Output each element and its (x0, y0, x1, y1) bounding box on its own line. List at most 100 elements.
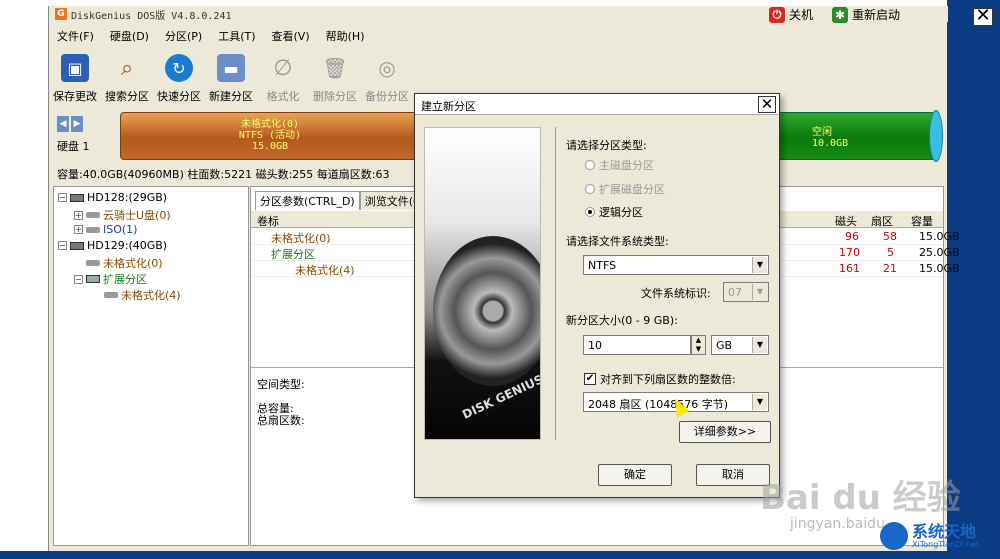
collapse-icon[interactable]: − (58, 241, 67, 250)
power-icon: ⏻ (769, 6, 785, 23)
free-space-block[interactable]: 空闲 10.0GB (769, 112, 939, 160)
expand-icon[interactable]: + (74, 210, 83, 220)
hard-disk-icon (70, 241, 84, 250)
dialog-close-button[interactable]: ✕ (758, 96, 776, 113)
baidu-watermark: Bai du 经验 (760, 478, 961, 518)
partition-block-fs: NTFS (活动) (238, 130, 302, 141)
window-close-button[interactable]: ✕ (973, 7, 993, 26)
shutdown-button[interactable]: ⏻ 关机 (769, 6, 813, 23)
quick-partition-icon: ↻ (165, 54, 193, 82)
radio-indicator (585, 160, 595, 170)
partition-type-label: 请选择分区类型: (566, 139, 647, 152)
col-head[interactable]: 磁头 (835, 213, 857, 229)
tab-partition-params[interactable]: 分区参数(CTRL_D) (255, 191, 360, 210)
site-url: XiTongTianDi.net (912, 540, 980, 549)
menu-view[interactable]: 查看(V) (264, 26, 318, 44)
expand-icon[interactable]: + (74, 225, 83, 234)
tree-item-label: 云骑士U盘(0) (103, 209, 171, 222)
cell-sector: 58 (883, 230, 897, 243)
format-button[interactable]: ∅ 格式化 (257, 50, 309, 108)
save-changes-button[interactable]: ▣ 保存更改 (49, 50, 101, 108)
hard-disk-illustration: DISK GENIUS (424, 127, 541, 440)
filesystem-id-select[interactable]: 07 ▼ (723, 282, 769, 302)
tree-item-unformatted-4[interactable]: 未格式化(4) (104, 287, 181, 303)
size-unit-value: GB (716, 339, 733, 352)
chevron-down-icon: ▼ (752, 337, 767, 353)
size-spinner[interactable]: ▲ ▼ (691, 335, 706, 355)
radio-label: 逻辑分区 (599, 206, 643, 219)
save-changes-label: 保存更改 (53, 90, 97, 103)
radio-indicator (585, 184, 595, 194)
tree-item-hd128[interactable]: − HD128:(29GB) (58, 191, 167, 204)
tree-item-usb-volume[interactable]: + 云骑士U盘(0) (74, 207, 171, 223)
window-title: DiskGenius DOS版 V4.8.0.241 (71, 11, 232, 22)
cancel-button[interactable]: 取消 (696, 464, 770, 486)
align-sectors-value: 2048 扇区 (1048576 字节) (588, 398, 729, 411)
shutdown-label: 关机 (789, 8, 814, 22)
collapse-icon[interactable]: − (74, 274, 83, 284)
free-space-name: 空闲 (812, 127, 832, 138)
delete-partition-label: 删除分区 (313, 90, 357, 103)
partition-block-size: 15.0GB (251, 141, 289, 152)
filesystem-select[interactable]: NTFS ▼ (583, 255, 769, 275)
site-logo-icon (880, 522, 908, 550)
tree-item-hd129[interactable]: − HD129:(40GB) (58, 239, 167, 252)
delete-partition-button[interactable]: 🗑 删除分区 (309, 50, 361, 108)
prev-disk-arrow[interactable]: ◀ (57, 116, 69, 132)
cell-volume: 扩展分区 (271, 248, 315, 261)
trash-icon: 🗑 (322, 56, 348, 80)
tree-item-label: 扩展分区 (103, 273, 147, 286)
next-disk-arrow[interactable]: ▶ (71, 116, 83, 132)
format-label: 格式化 (266, 90, 300, 103)
checkmark-icon: ✔ (584, 373, 596, 385)
menu-file[interactable]: 文件(F) (49, 26, 102, 44)
chevron-down-icon: ▼ (752, 284, 767, 300)
cell-capacity: 15.0GB (919, 262, 960, 275)
col-volume[interactable]: 卷标 (257, 213, 279, 229)
details-button[interactable]: 详细参数>> (679, 421, 771, 443)
volume-icon (86, 260, 100, 266)
menu-disk[interactable]: 硬盘(D) (102, 26, 157, 44)
collapse-icon[interactable]: − (58, 193, 67, 202)
tree-item-unformatted-0[interactable]: 未格式化(0) (86, 255, 163, 271)
size-unit-select[interactable]: GB ▼ (711, 335, 769, 355)
tree-item-label: ISO(1) (103, 223, 138, 236)
partition-size-input[interactable]: 10 (583, 335, 691, 355)
new-partition-button[interactable]: ▬ 新建分区 (205, 50, 257, 108)
backup-partition-button[interactable]: ◎ 备份分区 (361, 50, 413, 108)
tree-item-extended[interactable]: − 扩展分区 (74, 271, 147, 287)
backup-icon: ◎ (378, 56, 396, 80)
quick-partition-button[interactable]: ↻ 快速分区 (153, 50, 205, 108)
tree-item-iso[interactable]: + ISO(1) (74, 223, 137, 236)
menu-help[interactable]: 帮助(H) (318, 26, 373, 44)
radio-extended-partition[interactable]: 扩展磁盘分区 (585, 181, 665, 197)
cell-sector: 21 (883, 262, 897, 275)
search-partition-button[interactable]: ⌕ 搜索分区 (101, 50, 153, 108)
col-sector[interactable]: 扇区 (871, 213, 893, 229)
search-partition-label: 搜索分区 (105, 90, 149, 103)
cell-head: 170 (839, 246, 860, 259)
ok-button[interactable]: 确定 (598, 464, 672, 486)
search-icon: ⌕ (120, 55, 134, 81)
filesystem-value: NTFS (588, 259, 617, 272)
tree-item-label: 未格式化(4) (121, 289, 181, 302)
filesystem-id-value: 07 (728, 286, 742, 299)
cell-volume: 未格式化(4) (295, 264, 355, 277)
restart-button[interactable]: ✱ 重新启动 (832, 6, 900, 23)
cell-capacity: 25.0GB (919, 246, 960, 259)
align-sectors-checkbox[interactable]: ✔ 对齐到下列扇区数的整数倍: (584, 371, 736, 387)
menu-tools[interactable]: 工具(T) (210, 26, 263, 44)
col-capacity[interactable]: 容量 (911, 213, 933, 229)
radio-primary-partition[interactable]: 主磁盘分区 (585, 157, 654, 173)
restart-label: 重新启动 (852, 8, 901, 22)
partition-size-value: 10 (588, 339, 602, 352)
partition-block-unformatted[interactable]: 未格式化(0) NTFS (活动) 15.0GB (120, 112, 420, 160)
disk-info-line: 容量:40.0GB(40960MB) 柱面数:5221 磁头数:255 每道扇区… (57, 168, 390, 181)
tree-item-label: HD128:(29GB) (87, 191, 168, 204)
filesystem-type-label: 请选择文件系统类型: (566, 235, 669, 248)
radio-logical-partition[interactable]: 逻辑分区 (585, 204, 643, 220)
menu-partition[interactable]: 分区(P) (157, 26, 210, 44)
app-icon: G (55, 8, 67, 20)
detail-tabs: 分区参数(CTRL_D) 浏览文件(C (255, 191, 426, 210)
new-partition-label: 新建分区 (209, 90, 253, 103)
